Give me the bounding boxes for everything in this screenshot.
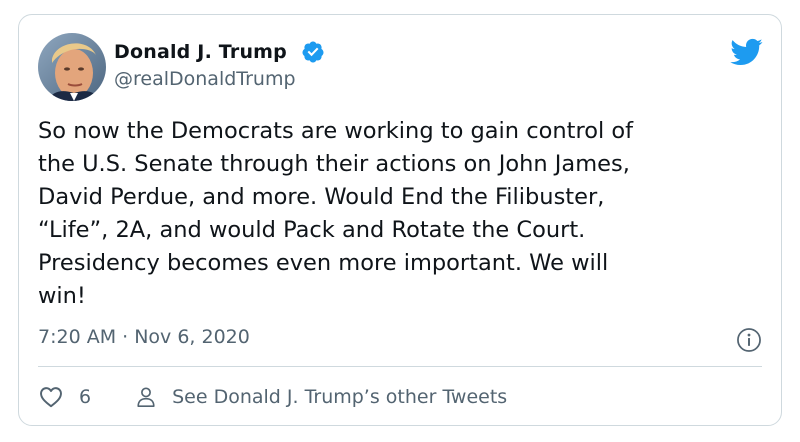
author-name[interactable]: Donald J. Trump [114,41,287,63]
twitter-bird-icon[interactable] [729,37,763,67]
like-button[interactable]: 6 [38,384,91,410]
avatar-image [38,33,106,101]
person-icon [137,387,155,407]
see-other-tweets-label: See Donald J. Trump’s other Tweets [172,386,508,408]
tweet-text: So now the Democrats are working to gain… [38,118,634,309]
info-icon[interactable] [736,327,762,353]
tweet-card: Donald J. Trump @realDonaldTrump So now … [18,14,782,426]
divider [38,366,762,367]
see-other-tweets-link[interactable]: See Donald J. Trump’s other Tweets [135,386,507,408]
tweet-timestamp[interactable]: 7:20 AM · Nov 6, 2020 [38,326,250,348]
avatar[interactable] [38,33,106,101]
tweet-actions: 6 See Donald J. Trump’s other Tweets [38,383,507,411]
author-handle[interactable]: @realDonaldTrump [114,68,296,90]
heart-icon [40,387,62,408]
verified-badge-icon [302,41,324,63]
like-count: 6 [79,386,92,408]
